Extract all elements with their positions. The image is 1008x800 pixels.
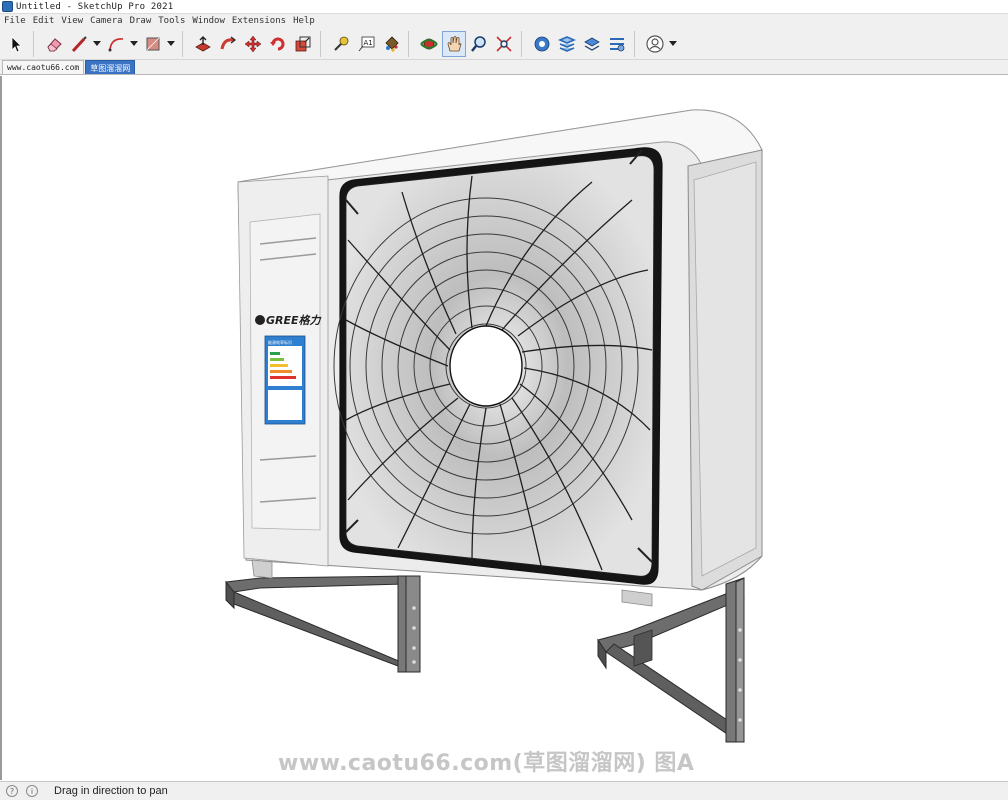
rectangle-icon bbox=[146, 37, 160, 50]
move-tool-button[interactable] bbox=[241, 31, 265, 57]
line-tool-button[interactable] bbox=[67, 31, 91, 57]
credits-icon[interactable]: i bbox=[26, 785, 38, 797]
zoom-extents-tool-button[interactable] bbox=[492, 31, 516, 57]
chevron-down-icon bbox=[129, 40, 138, 46]
arc-tool-button[interactable] bbox=[104, 31, 128, 57]
follow-me-icon bbox=[220, 36, 236, 49]
chevron-down-icon bbox=[92, 40, 101, 46]
menu-draw[interactable]: Draw bbox=[130, 16, 152, 26]
title-bar: Untitled - SketchUp Pro 2021 bbox=[0, 0, 1008, 14]
tab-caotu-liuliu[interactable]: 草图溜溜网 bbox=[85, 60, 136, 74]
account-dropdown[interactable] bbox=[668, 31, 677, 57]
select-icon bbox=[11, 35, 22, 53]
sketchup-app-icon bbox=[2, 1, 13, 12]
energy-label: 能源效率标识 bbox=[264, 335, 306, 425]
menu-help[interactable]: Help bbox=[293, 16, 315, 26]
eraser-tool-button[interactable] bbox=[42, 31, 66, 57]
push-pull-tool-button[interactable] bbox=[191, 31, 215, 57]
rotate-icon bbox=[270, 37, 285, 50]
menu-edit[interactable]: Edit bbox=[33, 16, 55, 26]
menu-camera[interactable]: Camera bbox=[90, 16, 123, 26]
zoom-tool-button[interactable] bbox=[467, 31, 491, 57]
toolbar-separator bbox=[33, 30, 39, 57]
paint-bucket-icon bbox=[385, 35, 399, 52]
paint-bucket-tool-button[interactable] bbox=[379, 31, 403, 57]
pan-icon bbox=[447, 35, 462, 51]
menu-window[interactable]: Window bbox=[192, 16, 225, 26]
zoom-extents-icon bbox=[496, 35, 512, 52]
account-button[interactable] bbox=[643, 31, 667, 57]
window-title: Untitled - SketchUp Pro 2021 bbox=[16, 1, 174, 12]
svg-text:A1: A1 bbox=[364, 39, 373, 47]
chevron-down-icon bbox=[166, 40, 175, 46]
toolbar-separator bbox=[634, 30, 640, 57]
toolbar-separator bbox=[521, 30, 527, 57]
orbit-tool-button[interactable] bbox=[417, 31, 441, 57]
extension-warehouse-button[interactable] bbox=[555, 31, 579, 57]
mounting-bracket bbox=[225, 575, 745, 743]
select-tool-button[interactable] bbox=[4, 31, 28, 57]
menu-bar: File Edit View Camera Draw Tools Window … bbox=[0, 14, 1008, 28]
move-icon bbox=[244, 35, 262, 52]
geo-location-icon[interactable]: ? bbox=[6, 785, 18, 797]
line-tool-dropdown[interactable] bbox=[92, 31, 101, 57]
status-message: Drag in direction to pan bbox=[54, 785, 168, 797]
layout-icon bbox=[584, 37, 600, 51]
eraser-icon bbox=[47, 37, 62, 51]
menu-extensions[interactable]: Extensions bbox=[232, 16, 286, 26]
menu-view[interactable]: View bbox=[61, 16, 83, 26]
extension-warehouse-icon bbox=[558, 35, 576, 52]
brand-logo-text: GREE格力 bbox=[266, 314, 322, 327]
orbit-icon bbox=[420, 38, 438, 49]
main-toolbar: A1 bbox=[0, 28, 1008, 60]
air-conditioner-model: GREE格力 能源效率标识 bbox=[225, 109, 763, 743]
scale-icon bbox=[295, 36, 311, 51]
fan-grille bbox=[333, 147, 663, 585]
layout-button[interactable] bbox=[580, 31, 604, 57]
rectangle-tool-button[interactable] bbox=[141, 31, 165, 57]
status-bar: ? i Drag in direction to pan bbox=[0, 781, 1008, 800]
scale-tool-button[interactable] bbox=[291, 31, 315, 57]
rectangle-tool-dropdown[interactable] bbox=[166, 31, 175, 57]
energy-label-header: 能源效率标识 bbox=[268, 339, 292, 345]
menu-tools[interactable]: Tools bbox=[158, 16, 185, 26]
toolbar-separator bbox=[320, 30, 326, 57]
push-pull-icon bbox=[195, 35, 211, 51]
extension-manager-button[interactable] bbox=[605, 31, 629, 57]
follow-me-tool-button[interactable] bbox=[216, 31, 240, 57]
warehouse-icon bbox=[534, 36, 550, 51]
zoom-icon bbox=[471, 35, 486, 52]
text-icon: A1 bbox=[358, 36, 375, 51]
account-icon bbox=[646, 34, 664, 53]
toolbar-separator bbox=[182, 30, 188, 57]
pan-tool-button[interactable] bbox=[442, 30, 466, 57]
tape-measure-icon bbox=[334, 36, 349, 51]
warehouse-button[interactable] bbox=[530, 31, 554, 57]
chevron-down-icon bbox=[668, 40, 677, 46]
arc-tool-dropdown[interactable] bbox=[129, 31, 138, 57]
menu-file[interactable]: File bbox=[4, 16, 26, 26]
extension-manager-icon bbox=[610, 37, 625, 51]
arc-icon bbox=[108, 37, 124, 51]
tape-measure-tool-button[interactable] bbox=[329, 31, 353, 57]
toolbar-separator bbox=[408, 30, 414, 57]
text-tool-button[interactable]: A1 bbox=[354, 31, 378, 57]
scene-tabs: www.caotu66.com 草图溜溜网 bbox=[0, 60, 1008, 75]
watermark-text: www.caotu66.com(草图溜溜网) 图A bbox=[278, 751, 695, 776]
line-icon bbox=[71, 35, 87, 52]
tab-caotu66[interactable]: www.caotu66.com bbox=[2, 60, 85, 74]
model-viewport[interactable]: GREE格力 能源效率标识 bbox=[0, 76, 1008, 780]
rotate-tool-button[interactable] bbox=[266, 31, 290, 57]
